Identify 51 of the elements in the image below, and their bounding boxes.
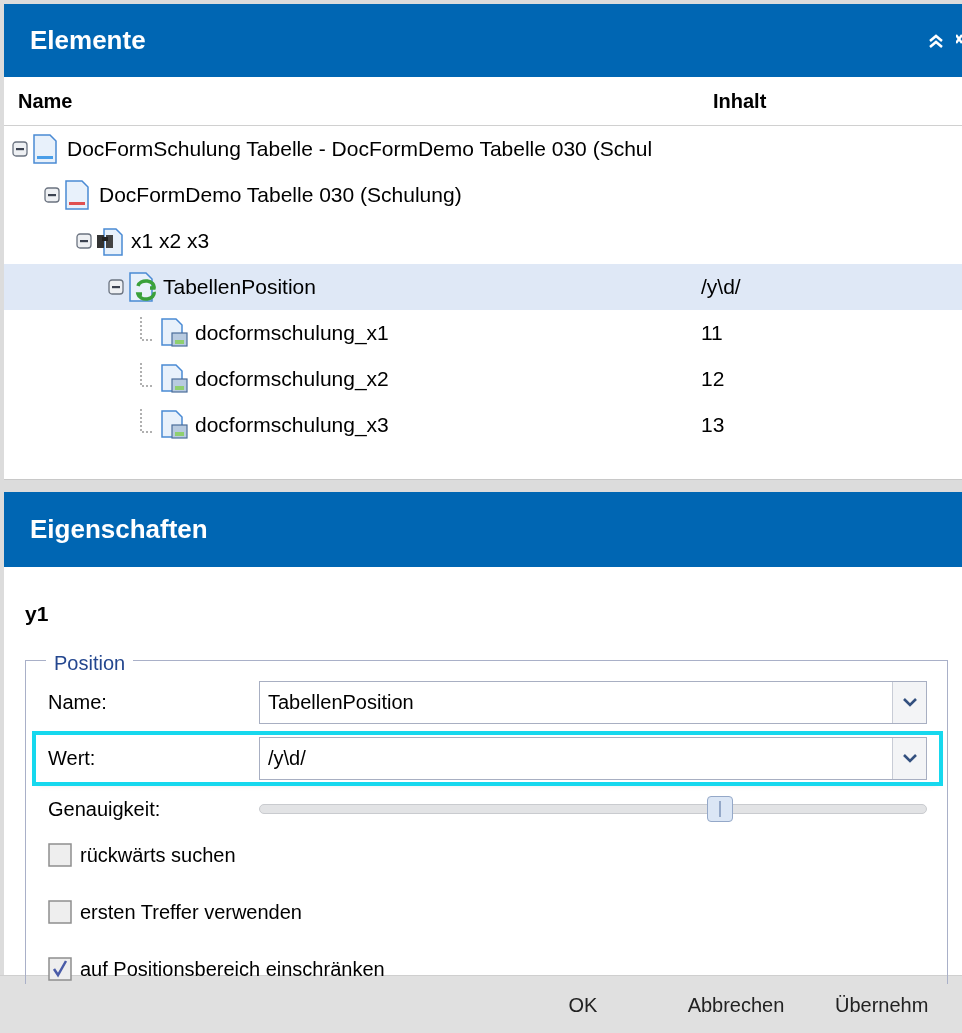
panel-title: Eigenschaften <box>30 513 209 546</box>
tree-connector-icon <box>140 363 152 388</box>
tree-item-label: docformschulung_x3 <box>195 412 389 439</box>
caret-icon <box>902 697 917 707</box>
collapse-icon[interactable] <box>12 141 28 157</box>
caret-icon <box>902 753 917 763</box>
tree-item-label: docformschulung_x2 <box>195 366 389 393</box>
dialog-button[interactable]: Abbrechen <box>641 975 831 1033</box>
document-disk-icon <box>160 410 188 440</box>
dialog-button[interactable]: OK <box>525 975 641 1033</box>
tree-connector-icon <box>140 317 152 342</box>
field-label: Name: <box>48 690 108 715</box>
dropdown-button[interactable] <box>892 681 926 723</box>
tree-item-label: TabellenPosition <box>163 274 316 301</box>
checkbox-label: rückwärts suchen <box>80 842 236 868</box>
panel-title: Elemente <box>30 24 147 57</box>
document-icon <box>64 180 92 210</box>
tree-item-label: DocFormDemo Tabelle 030 (Schulung) <box>99 182 462 209</box>
document-disk-icon <box>160 318 188 348</box>
checkbox[interactable] <box>48 899 72 924</box>
collapse-icon[interactable] <box>76 233 92 249</box>
content-cell-text: /y\d/ <box>701 274 741 301</box>
column-header[interactable]: Inhalt <box>713 86 767 116</box>
tree-item-label: docformschulung_x1 <box>195 320 389 347</box>
checkbox-label: ersten Treffer verwenden <box>80 899 302 925</box>
dropdown-field[interactable]: /y\d/ <box>259 736 927 780</box>
section-heading: y1 <box>25 602 49 625</box>
dropdown-button[interactable] <box>892 737 926 779</box>
tree-row[interactable]: TabellenPosition /y\d/ <box>4 264 962 310</box>
slider-track[interactable] <box>259 795 927 822</box>
field-label: Genauigkeit: <box>48 796 162 822</box>
checkbox[interactable] <box>48 956 72 981</box>
dialog-button[interactable]: Übernehm <box>831 975 941 1033</box>
dropdown-field[interactable]: TabellenPosition <box>259 680 927 724</box>
document-disk-icon <box>160 364 188 394</box>
content-cell-text: 11 <box>701 320 723 347</box>
field-label: Wert: <box>48 746 97 771</box>
checkbox-label: auf Positionsbereich einschränken <box>80 956 385 982</box>
collapse-icon[interactable] <box>44 187 60 203</box>
refresh-document-icon <box>128 272 156 302</box>
tree-item-label: DocFormSchulung Tabelle - DocFormDemo Tabelle 030 (Schul <box>67 136 653 163</box>
slider-thumb[interactable] <box>707 795 733 822</box>
content-cell-text: 13 <box>701 412 725 439</box>
document-icon <box>32 134 60 164</box>
content-cell-text: 12 <box>701 366 725 393</box>
column-header[interactable]: Name <box>4 86 713 116</box>
tree-connector-icon <box>140 409 152 434</box>
checkbox[interactable] <box>48 842 72 867</box>
collapse-icon[interactable] <box>108 279 124 295</box>
tree-item-label: x1 x2 x3 <box>131 228 210 255</box>
binoculars-document-icon <box>96 226 124 256</box>
